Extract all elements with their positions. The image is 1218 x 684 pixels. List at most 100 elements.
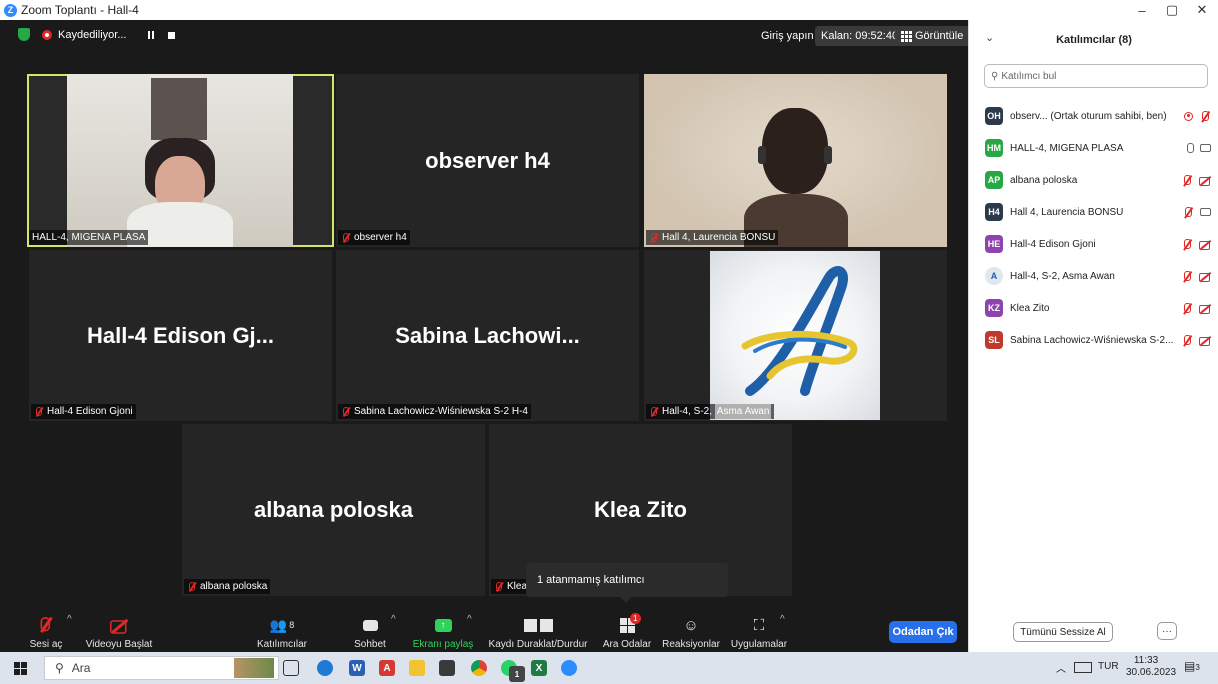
clock-date: 30.06.2023 xyxy=(1126,667,1177,678)
participants-button[interactable]: 👥 8 Katılımcılar xyxy=(256,608,308,651)
tray-expand-icon[interactable]: ︿ xyxy=(1056,660,1066,675)
tile-name-label: Hall 4, Laurencia BONSU xyxy=(646,230,779,245)
chat-options-caret-icon[interactable]: ^ xyxy=(391,614,396,625)
unassigned-tooltip: 1 atanmamış katılımcı xyxy=(526,563,728,603)
task-view-icon[interactable] xyxy=(278,656,304,680)
video-tile-albana[interactable]: albana poloska albana poloska xyxy=(182,424,485,596)
minimize-icon[interactable]: – xyxy=(1127,0,1157,20)
camera-off-icon xyxy=(1199,175,1211,186)
pause-record-label: Kaydı Duraklat/Durdur xyxy=(488,639,588,650)
maximize-icon[interactable]: ▢ xyxy=(1157,0,1187,20)
search-icon: ⚲ xyxy=(55,661,64,675)
unmute-button[interactable]: Sesi aç xyxy=(28,608,64,650)
participant-status-icons xyxy=(1181,238,1211,250)
window-title: Zoom Toplantı - Hall-4 xyxy=(21,3,139,17)
grid-icon xyxy=(901,30,912,42)
tile-name-label: albana poloska xyxy=(184,579,271,594)
participant-search-input[interactable]: ⚲ Katılımcı bul xyxy=(984,64,1208,88)
more-options-button[interactable]: ··· xyxy=(1157,622,1177,640)
participant-row[interactable]: AP albana poloska xyxy=(985,164,1211,196)
participant-avatar: HE xyxy=(985,235,1003,253)
audio-options-caret-icon[interactable]: ^ xyxy=(67,614,72,625)
video-tile-observer[interactable]: observer h4 observer h4 xyxy=(336,74,639,247)
breakout-badge: 1 xyxy=(630,613,641,624)
participant-status-icons xyxy=(1181,174,1211,186)
participant-name: albana poloska xyxy=(1010,174,1078,186)
tile-name-label: observer h4 xyxy=(338,230,410,245)
mute-all-button[interactable]: Tümünü Sessize Al xyxy=(1013,622,1113,642)
video-tile-edison[interactable]: Hall-4 Edison Gj... Hall-4 Edison Gjoni xyxy=(29,250,332,421)
clock[interactable]: 11:33 30.06.2023 xyxy=(1126,655,1177,679)
tile-name-label: Hall-4 Edison Gjoni xyxy=(31,404,136,419)
keyboard-icon[interactable] xyxy=(1074,662,1092,673)
mic-muted-icon xyxy=(1181,334,1193,346)
participant-row[interactable]: OH observ... (Ortak oturum sahibi, ben) xyxy=(985,100,1211,132)
zoom-icon: Z xyxy=(4,3,17,17)
language-indicator[interactable]: TUR xyxy=(1098,661,1119,672)
participants-label: Katılımcılar xyxy=(256,639,307,650)
tile-name-label: Hall-4, S-2, Asma Awan xyxy=(646,404,775,419)
start-video-button[interactable]: Videoyu Başlat xyxy=(84,608,154,650)
participant-avatar: KZ xyxy=(985,299,1003,317)
excel-icon[interactable]: X xyxy=(526,656,552,680)
share-options-caret-icon[interactable]: ^ xyxy=(467,614,472,625)
participant-avatar: H4 xyxy=(985,203,1003,221)
sign-in-link[interactable]: Giriş yapın xyxy=(755,26,820,46)
video-tile-laurencia[interactable]: Hall 4, Laurencia BONSU xyxy=(644,74,947,247)
word-icon[interactable]: W xyxy=(344,656,370,680)
participant-video xyxy=(644,74,947,247)
remaining-time: Kalan: 09:52:40 xyxy=(815,26,905,46)
tile-name-label: Sabina Lachowicz-Wiśniewska S-2 H-4 xyxy=(338,404,531,419)
notifications-icon[interactable]: ▤3 xyxy=(1184,659,1202,677)
muted-mic-icon xyxy=(494,581,503,592)
view-button[interactable]: Görüntüle xyxy=(895,26,970,46)
start-menu-icon[interactable] xyxy=(14,662,27,675)
breakout-rooms-button[interactable]: 1 Ara Odalar xyxy=(600,608,654,650)
whatsapp-icon[interactable]: 1 xyxy=(496,656,525,682)
calculator-icon[interactable] xyxy=(434,656,460,680)
participant-row[interactable]: HE Hall-4 Edison Gjoni xyxy=(985,228,1211,260)
video-tile-migena[interactable]: HALL-4, MIGENA PLASA xyxy=(27,74,334,247)
tile-name-text: observer h4 xyxy=(354,232,407,243)
file-explorer-icon[interactable] xyxy=(404,656,430,680)
participant-video xyxy=(67,74,293,247)
participant-row[interactable]: A Hall-4, S-2, Asma Awan xyxy=(985,260,1211,292)
zoom-taskbar-icon[interactable] xyxy=(556,656,582,680)
video-tile-asma[interactable]: Hall-4, S-2, Asma Awan xyxy=(644,250,947,421)
security-shield-icon[interactable] xyxy=(18,28,30,41)
meeting-top-bar: Kaydediliyor... Giriş yapın Kalan: 09:52… xyxy=(0,20,970,50)
mic-muted-icon xyxy=(1182,206,1194,218)
video-tile-sabina[interactable]: Sabina Lachowi... Sabina Lachowicz-Wiśni… xyxy=(336,250,639,421)
chat-button[interactable]: Sohbet xyxy=(350,608,390,650)
tile-name-text: Sabina Lachowicz-Wiśniewska S-2 H-4 xyxy=(354,406,528,417)
chat-label: Sohbet xyxy=(354,639,386,650)
muted-mic-icon xyxy=(649,232,658,243)
zoom-window: Z Zoom Toplantı - Hall-4 – ▢ ✕ Kaydedili… xyxy=(0,0,1218,684)
participant-row[interactable]: HM HALL-4, MIGENA PLASA xyxy=(985,132,1211,164)
meeting-toolbar: Sesi aç ^ Videoyu Başlat 👥 8 Katılımcılar… xyxy=(0,604,968,652)
edge-browser-icon[interactable] xyxy=(312,656,338,680)
leave-button[interactable]: Odadan Çık xyxy=(889,621,957,643)
apps-options-caret-icon[interactable]: ^ xyxy=(780,614,785,625)
close-icon[interactable]: ✕ xyxy=(1187,0,1217,20)
chrome-icon[interactable] xyxy=(466,656,492,680)
participant-avatar: AP xyxy=(985,171,1003,189)
search-highlight-image xyxy=(234,658,274,678)
share-screen-button[interactable]: ↑ Ekranı paylaş xyxy=(412,608,474,650)
taskbar-search-input[interactable]: ⚲ Ara xyxy=(44,656,279,680)
participant-row[interactable]: H4 Hall 4, Laurencia BONSU xyxy=(985,196,1211,228)
chat-icon xyxy=(362,615,378,635)
search-placeholder: Katılımcı bul xyxy=(1001,70,1057,82)
muted-mic-icon xyxy=(649,406,658,417)
apps-icon: ⛶ xyxy=(753,616,765,634)
pause-stop-recording-button[interactable]: Kaydı Duraklat/Durdur xyxy=(485,608,591,650)
tile-name-text: albana poloska xyxy=(200,581,268,592)
participant-row[interactable]: KZ Klea Zito xyxy=(985,292,1211,324)
tile-name-text: Hall 4, Laurencia BONSU xyxy=(662,232,776,243)
stop-recording-icon[interactable] xyxy=(168,31,176,39)
participant-row[interactable]: SL Sabina Lachowicz-Wiśniewska S-2... xyxy=(985,324,1211,356)
acrobat-icon[interactable]: A xyxy=(374,656,400,680)
pause-recording-icon[interactable] xyxy=(148,31,155,39)
reactions-button[interactable]: ☺ Reaksiyonlar xyxy=(662,608,720,651)
reactions-label: Reaksiyonlar xyxy=(662,639,720,650)
